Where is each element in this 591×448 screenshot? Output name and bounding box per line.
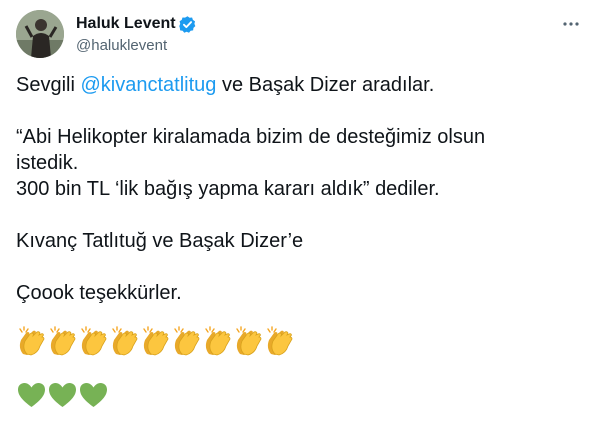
tweet-line: Çoook teşekkürler. [16, 282, 182, 304]
green-heart-emoji [18, 383, 45, 407]
author-name[interactable]: Haluk Levent [76, 15, 176, 33]
tweet-line: istedik. [16, 152, 79, 174]
avatar[interactable] [16, 10, 64, 58]
text-segment: ve Başak Dizer aradılar. [216, 74, 435, 96]
clapping-hands-emoji [143, 326, 169, 356]
tweet-header: Haluk Levent @haluklevent [16, 10, 579, 60]
more-options-icon[interactable] [561, 14, 581, 34]
author-handle[interactable]: @haluklevent [76, 37, 167, 54]
clapping-hands-emoji [236, 326, 262, 356]
clapping-hands-emoji [174, 326, 200, 356]
clapping-hands-emoji [205, 326, 231, 356]
tweet-line: Kıvanç Tatlıtuğ ve Başak Dizer’e [16, 230, 304, 252]
heart-emoji-row [16, 380, 576, 410]
verified-badge-icon [179, 16, 196, 33]
mention-link[interactable]: @kivanctatlitug [80, 74, 216, 96]
clapping-hands-emoji [81, 326, 107, 356]
clapping-hands-emoji [50, 326, 76, 356]
tweet-line: 300 bin TL ‘lik bağış yapma kararı aldık… [16, 178, 440, 200]
green-heart-emoji [49, 383, 76, 407]
tweet-card: Haluk Levent @haluklevent Sevgili @kivan… [0, 0, 591, 448]
tweet-line: Sevgili @kivanctatlitug ve Başak Dizer a… [16, 72, 576, 98]
clapping-hands-emoji [267, 326, 293, 356]
green-heart-emoji [80, 383, 107, 407]
clapping-hands-emoji [19, 326, 45, 356]
clapping-hands-emoji [112, 326, 138, 356]
text-segment: Sevgili [16, 74, 81, 96]
tweet-line: “Abi Helikopter kiralamada bizim de dest… [16, 126, 486, 148]
clap-emoji-row [16, 326, 576, 356]
tweet-text: Sevgili @kivanctatlitug ve Başak Dizer a… [16, 72, 576, 410]
